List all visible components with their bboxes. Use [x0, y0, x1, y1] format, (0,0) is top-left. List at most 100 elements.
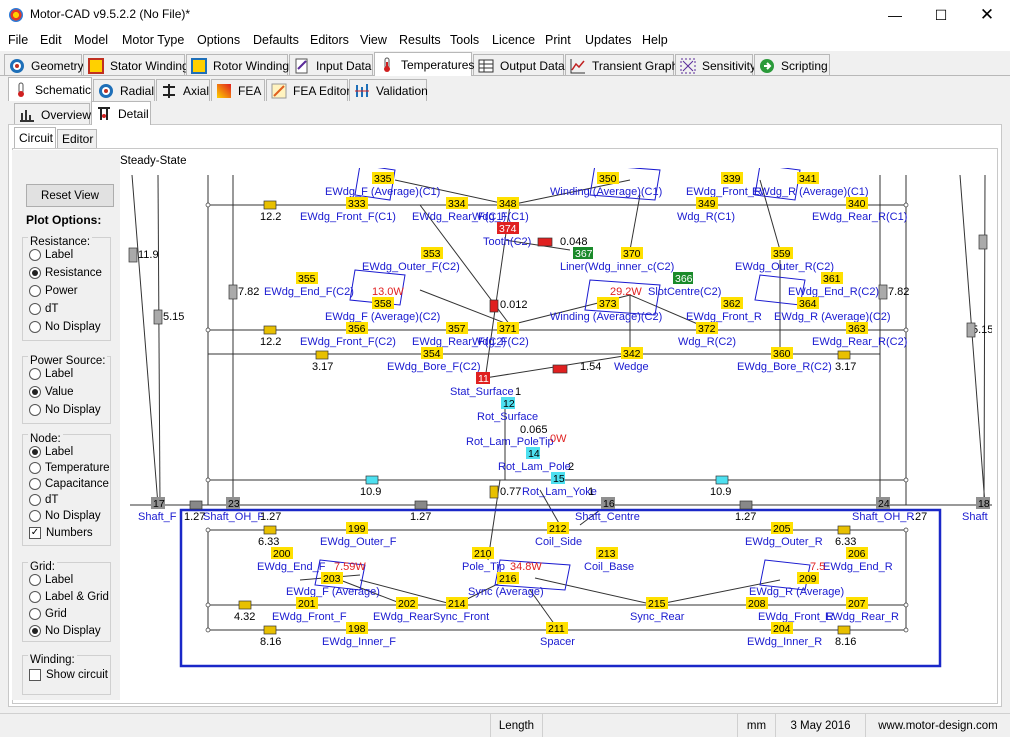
radio-node-label[interactable]: Label	[29, 446, 73, 458]
sensitivity-icon	[680, 58, 696, 73]
thermal-circuit-diagram[interactable]: EWdg_F (Average)(C1) EWdg_Front_F(C1) EW…	[120, 168, 992, 695]
radio-grid-grid[interactable]: Grid	[29, 608, 67, 620]
tab-temperatures[interactable]: Temperatures	[374, 52, 474, 76]
tab-schematic[interactable]: Schematic	[8, 77, 92, 101]
tab-sensitivity[interactable]: Sensitivity	[675, 54, 756, 76]
diagram-label: EWdg_R (Average)(C1)	[752, 186, 869, 198]
diagram-label: EWdg_Front_F(C2)	[300, 336, 396, 348]
radio-circle	[29, 368, 41, 380]
tab-overview[interactable]: Overview	[14, 103, 91, 125]
status-website: www.motor-design.com	[865, 714, 1010, 737]
radio-node-capacitance[interactable]: Capacitance	[29, 478, 109, 490]
group-title: Power Source:	[28, 355, 108, 367]
menu-help[interactable]: Help	[642, 33, 668, 47]
radio-label: No Display	[45, 625, 101, 637]
maximize-button[interactable]: ☐	[918, 0, 964, 30]
radio-node-dt[interactable]: dT	[29, 494, 58, 506]
menu-editors[interactable]: Editors	[310, 33, 349, 47]
diagram-label: EWdg_End_R(C2)	[788, 286, 879, 298]
close-button[interactable]: ✕	[964, 0, 1010, 30]
diagram-label: EWdg_End_R	[823, 561, 893, 573]
tab-transient-graph[interactable]: Transient Graph	[565, 54, 678, 76]
radio-resistance-power[interactable]: Power	[29, 285, 78, 297]
tab-stator-winding[interactable]: Stator Winding	[83, 54, 189, 76]
node-number: 208	[748, 598, 766, 610]
tab-fea-editor[interactable]: FEA Editor	[266, 79, 350, 101]
node-number: 198	[348, 623, 366, 635]
menu-licence[interactable]: Licence	[492, 33, 535, 47]
menu-results[interactable]: Results	[399, 33, 441, 47]
menu-defaults[interactable]: Defaults	[253, 33, 299, 47]
schematic-icon	[18, 82, 24, 97]
checkbox-box	[29, 669, 41, 681]
tab-output-data[interactable]: Output Data	[473, 54, 565, 76]
menu-model[interactable]: Model	[74, 33, 108, 47]
radio-power-label[interactable]: Label	[29, 368, 73, 380]
menu-print[interactable]: Print	[545, 33, 571, 47]
show-circuit-checkbox[interactable]: Show circuit	[29, 669, 108, 681]
menu-updates[interactable]: Updates	[585, 33, 632, 47]
radio-resistance-resistance[interactable]: Resistance	[29, 267, 102, 279]
diagram-label: Wdg_R(C1)	[677, 211, 735, 223]
node-number: 353	[423, 248, 441, 260]
diagram-label: EWdg_R (Average)(C2)	[774, 311, 891, 323]
menu-options[interactable]: Options	[197, 33, 240, 47]
tab-fea[interactable]: FEA	[211, 79, 265, 101]
node-number: 213	[598, 548, 616, 560]
radio-power-value[interactable]: Value	[29, 386, 74, 398]
tab-label: Detail	[118, 106, 149, 121]
radio-label: dT	[45, 494, 59, 506]
tab-geometry[interactable]: Geometry	[4, 54, 84, 76]
menu-tools[interactable]: Tools	[450, 33, 479, 47]
menu-bar: File Edit Model Motor Type Options Defau…	[0, 30, 1010, 51]
radio-resistance-no-display[interactable]: No Display	[29, 321, 101, 333]
menu-view[interactable]: View	[360, 33, 387, 47]
diagram-label: Sync_Rear	[630, 611, 685, 623]
diagram-label: EWdg_End_F	[257, 561, 326, 573]
power-value: 13.0W	[372, 286, 404, 298]
minimize-button[interactable]: —	[872, 0, 918, 30]
diagram-label: Liner(Wdg_inner_c(C2)	[560, 261, 674, 273]
tab-circuit[interactable]: Circuit	[14, 127, 56, 148]
tab-editor[interactable]: Editor	[57, 129, 97, 148]
resistance-value: .27	[912, 511, 927, 523]
tab-validation[interactable]: Validation	[349, 79, 428, 101]
check-mark-icon: ✓	[29, 527, 41, 539]
menu-motor-type[interactable]: Motor Type	[122, 33, 184, 47]
table-icon	[478, 59, 494, 72]
input-data-icon	[295, 58, 308, 73]
radio-grid-no-display[interactable]: No Display	[29, 625, 101, 637]
power-source-group: Power Source: Label Value No Display	[22, 355, 111, 424]
tab-axial[interactable]: Axial	[156, 79, 210, 101]
diagram-label: Rot_Lam_PoleTip	[466, 436, 554, 448]
window-title: Motor-CAD v9.5.2.2 (No File)*	[30, 7, 191, 21]
radio-grid-label-and-grid[interactable]: Label & Grid	[29, 591, 109, 603]
radio-circle	[29, 249, 41, 261]
radio-circle	[29, 386, 41, 398]
node-number: 14	[528, 448, 540, 460]
resistance-value: 11.9	[138, 249, 159, 261]
tab-detail[interactable]: Detail	[91, 101, 151, 125]
diagram-label: Sync (Average)	[468, 586, 544, 598]
diagram-label: EWdg_Front_R	[686, 186, 762, 198]
diagram-label: EWdg_Outer_R	[745, 536, 823, 548]
tab-radial[interactable]: Radial	[93, 79, 155, 101]
resistance-value: 1.27	[410, 511, 431, 523]
radio-node-temperature[interactable]: Temperature	[29, 462, 110, 474]
diagram-label: EWdg_Front_F	[272, 611, 347, 623]
radio-resistance-dt[interactable]: dT	[29, 303, 58, 315]
menu-file[interactable]: File	[8, 33, 28, 47]
radio-grid-label[interactable]: Label	[29, 574, 73, 586]
reset-view-button[interactable]: Reset View	[26, 184, 114, 207]
numbers-checkbox[interactable]: ✓ Numbers	[29, 527, 93, 539]
radio-node-no-display[interactable]: No Display	[29, 510, 101, 522]
power-value: 29.2W	[610, 286, 642, 298]
tab-scripting[interactable]: Scripting	[754, 54, 830, 76]
menu-edit[interactable]: Edit	[40, 33, 62, 47]
radio-circle	[29, 510, 41, 522]
radio-resistance-label[interactable]: Label	[29, 249, 73, 261]
tab-rotor-winding[interactable]: Rotor Winding	[186, 54, 289, 76]
node-number: 354	[423, 348, 441, 360]
radio-power-no-display[interactable]: No Display	[29, 404, 101, 416]
tab-input-data[interactable]: Input Data	[289, 54, 373, 76]
